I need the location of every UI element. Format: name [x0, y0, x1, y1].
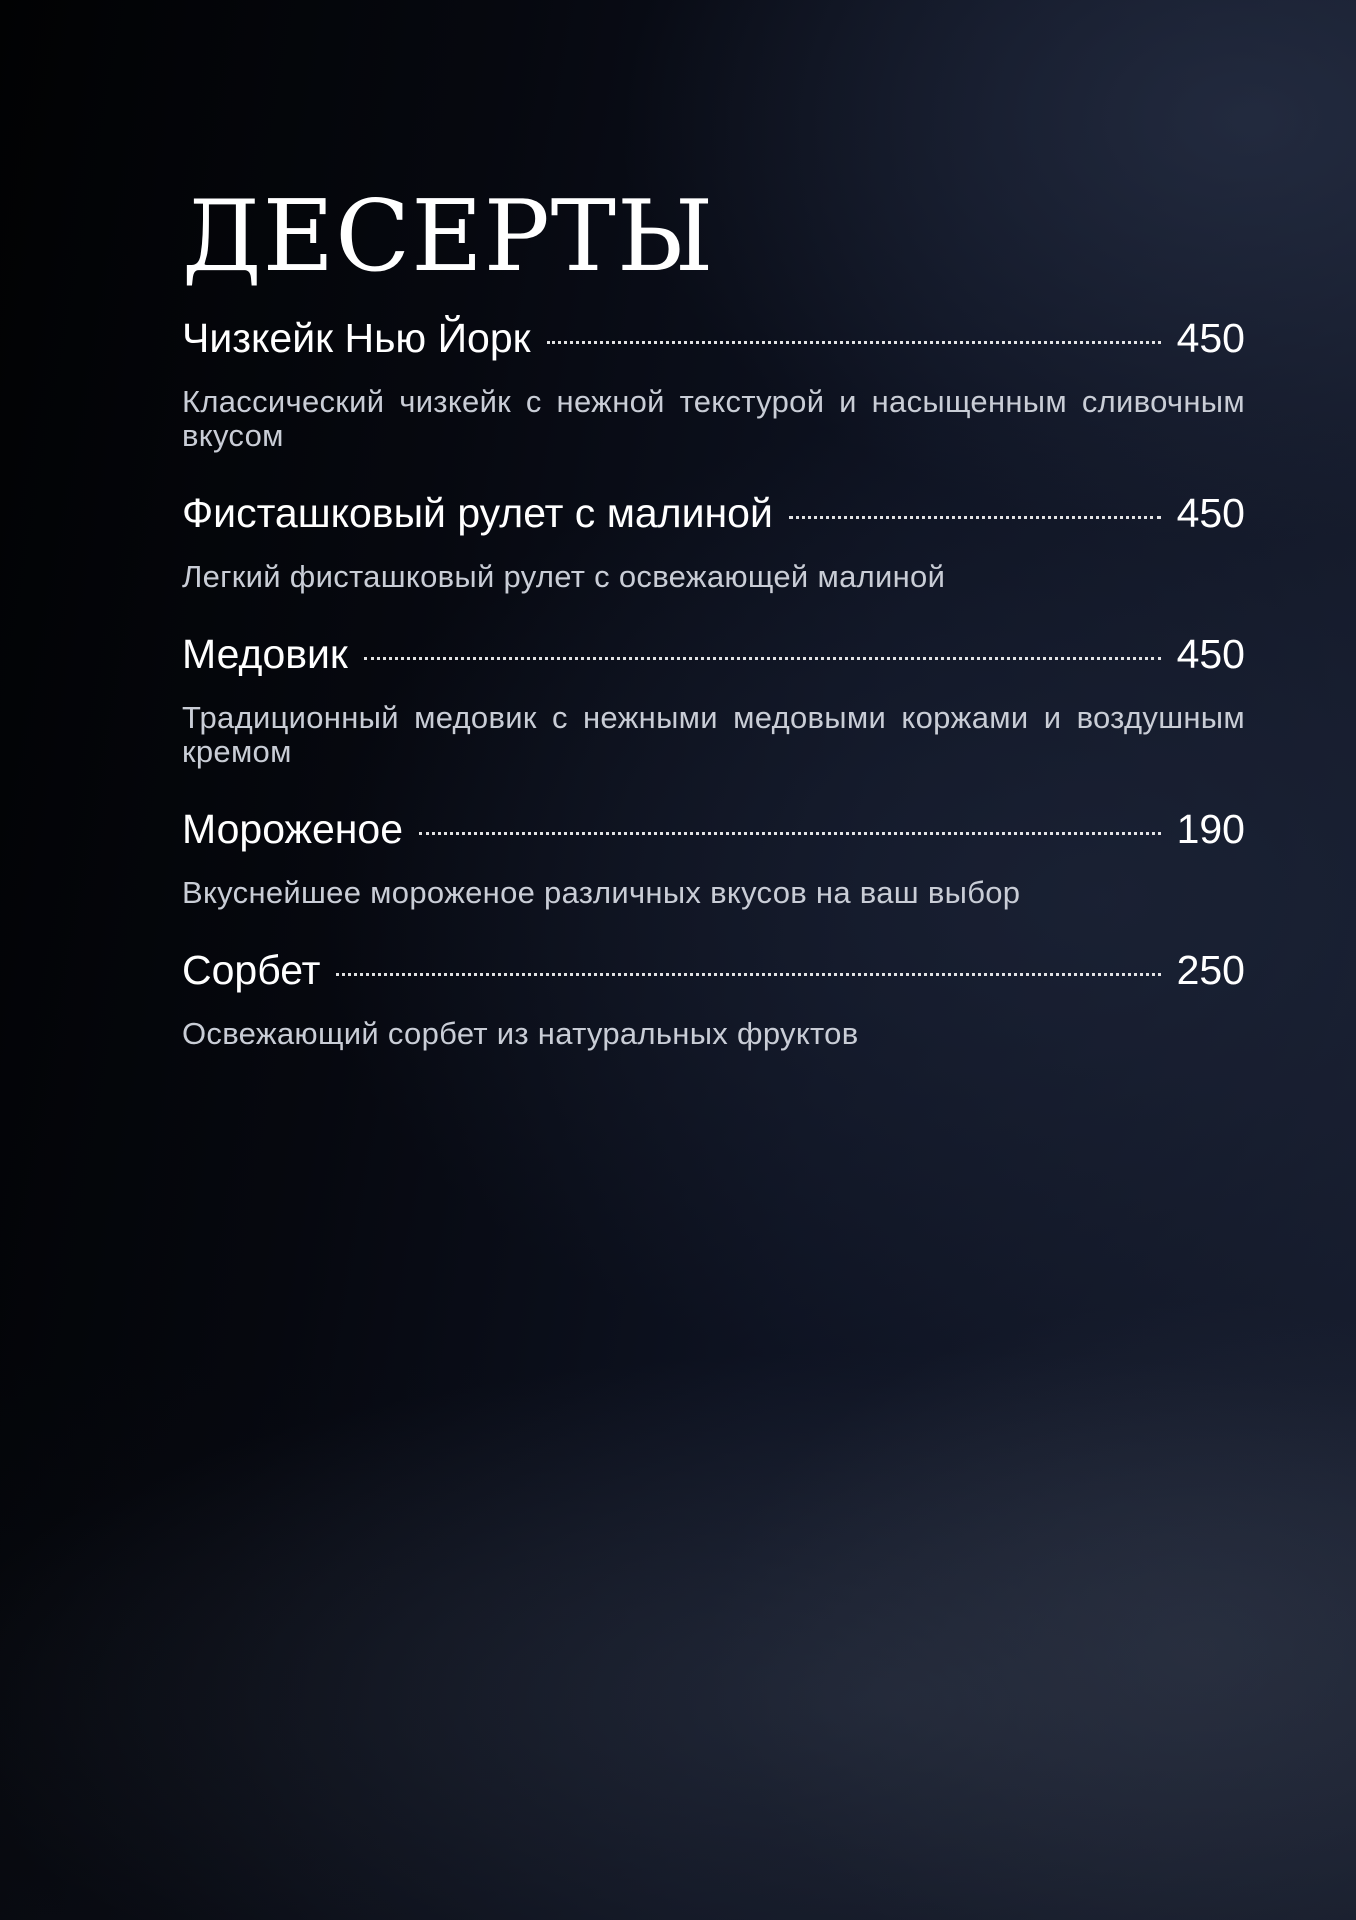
- menu-item-description: Традиционный медовик с нежными медовыми …: [182, 700, 1245, 769]
- menu-item-header: Фисташковый рулет с малиной 450: [182, 487, 1245, 539]
- dot-leader: [788, 516, 1161, 519]
- dot-leader: [363, 657, 1161, 660]
- menu-page: Десерты Чизкейк Нью Йорк 450 Классически…: [0, 0, 1356, 1920]
- menu-item-header: Медовик 450: [182, 628, 1245, 680]
- page-title: Десерты: [182, 180, 715, 294]
- menu-item-header: Сорбет 250: [182, 944, 1245, 996]
- menu-item-ice-cream: Мороженое 190 Вкуснейшее мороженое разли…: [182, 803, 1245, 910]
- menu-item-cheesecake: Чизкейк Нью Йорк 450 Классический чизкей…: [182, 312, 1245, 453]
- menu-item-price: 450: [1176, 631, 1245, 677]
- dot-leader: [336, 973, 1161, 976]
- menu-item-price: 450: [1176, 315, 1245, 361]
- dot-leader: [419, 832, 1161, 835]
- menu-item-medovik: Медовик 450 Традиционный медовик с нежны…: [182, 628, 1245, 769]
- menu-item-pistachio-roll: Фисташковый рулет с малиной 450 Легкий ф…: [182, 487, 1245, 594]
- menu-item-description: Легкий фисташковый рулет с освежающей ма…: [182, 559, 946, 594]
- menu-item-header: Чизкейк Нью Йорк 450: [182, 312, 1245, 364]
- dot-leader: [546, 341, 1161, 344]
- menu-item-description: Вкуснейшее мороженое различных вкусов на…: [182, 875, 1021, 910]
- menu-item-description: Освежающий сорбет из натуральных фруктов: [182, 1016, 859, 1051]
- menu-item-price: 450: [1176, 490, 1245, 536]
- menu-item-description: Классический чизкейк с нежной текстурой …: [182, 384, 1245, 453]
- menu-item-sorbet: Сорбет 250 Освежающий сорбет из натураль…: [182, 944, 1245, 1051]
- menu-item-header: Мороженое 190: [182, 803, 1245, 855]
- menu-item-price: 250: [1176, 947, 1245, 993]
- menu-item-price: 190: [1176, 806, 1245, 852]
- menu-item-name: Фисташковый рулет с малиной: [182, 490, 773, 536]
- menu-item-name: Чизкейк Нью Йорк: [182, 315, 531, 361]
- menu-item-name: Мороженое: [182, 806, 404, 852]
- menu-item-name: Медовик: [182, 631, 348, 677]
- background-haze: [0, 1360, 1356, 1920]
- menu-content: Десерты Чизкейк Нью Йорк 450 Классически…: [182, 178, 1245, 1085]
- menu-item-name: Сорбет: [182, 947, 321, 993]
